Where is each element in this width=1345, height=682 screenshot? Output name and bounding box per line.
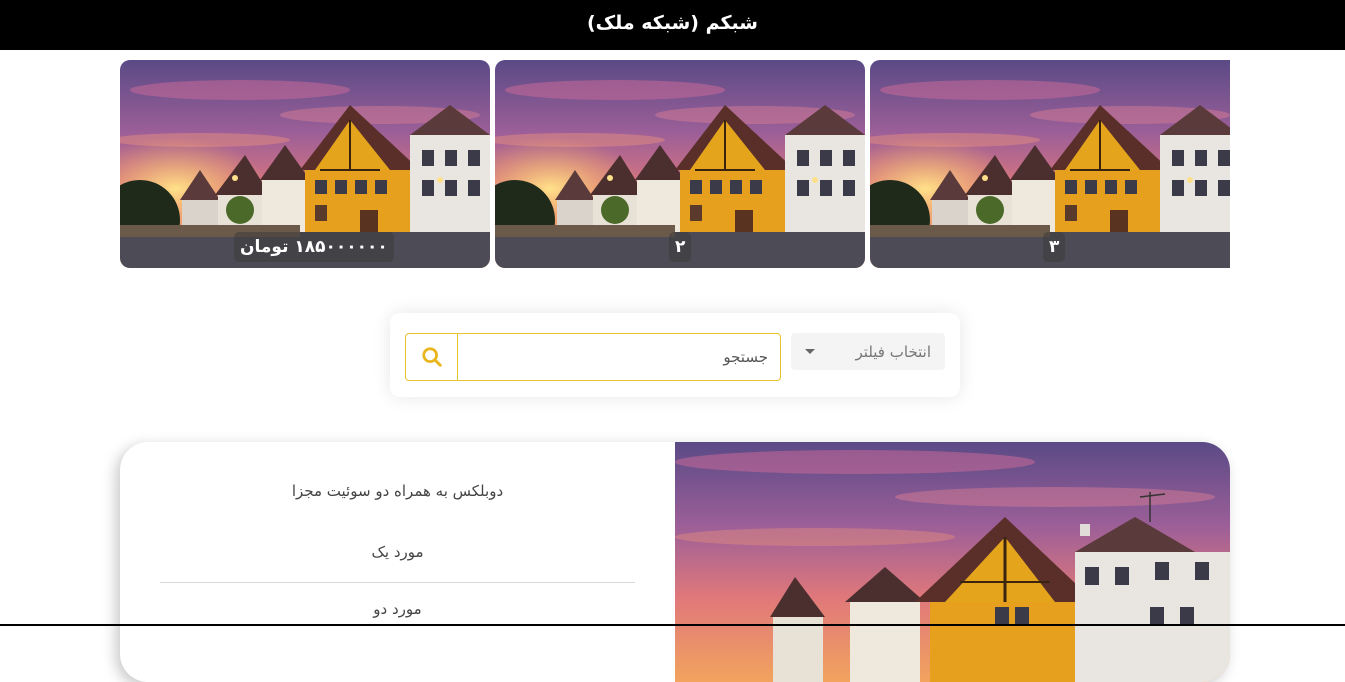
divider bbox=[160, 582, 635, 583]
listing-card[interactable]: دوبلکس به همراه دو سوئیت مجزا مورد یک مو… bbox=[120, 442, 1230, 682]
listing-card-info: دوبلکس به همراه دو سوئیت مجزا مورد یک مو… bbox=[120, 442, 675, 682]
search-panel: انتخاب فیلتر bbox=[390, 313, 960, 397]
listing-feature: مورد یک bbox=[371, 543, 424, 561]
listing-title: دوبلکس به همراه دو سوئیت مجزا bbox=[291, 482, 504, 500]
site-header: شبکم (شبکه ملک) bbox=[0, 0, 1345, 50]
search-button[interactable] bbox=[406, 334, 458, 380]
search-input[interactable] bbox=[458, 334, 780, 380]
carousel-slide-1[interactable]: ۱۸۵۰۰۰۰۰۰ تومان bbox=[120, 60, 490, 268]
listing-card-image bbox=[675, 442, 1230, 682]
search-box bbox=[405, 333, 781, 381]
listing-carousel[interactable]: ۱۸۵۰۰۰۰۰۰ تومان ۲ ۳ bbox=[120, 60, 1230, 268]
site-title: شبکم (شبکه ملک) bbox=[587, 12, 758, 34]
carousel-slide-3[interactable]: ۳ bbox=[870, 60, 1230, 268]
listing-photo bbox=[675, 442, 1230, 682]
listing-feature: مورد دو bbox=[373, 600, 422, 618]
filter-select[interactable]: انتخاب فیلتر bbox=[791, 333, 945, 370]
price-badge: ۱۸۵۰۰۰۰۰۰ تومان bbox=[234, 232, 394, 262]
search-icon bbox=[421, 347, 442, 367]
carousel-slide-2[interactable]: ۲ bbox=[495, 60, 865, 268]
chevron-down-icon bbox=[805, 349, 815, 354]
filter-select-label: انتخاب فیلتر bbox=[855, 342, 931, 361]
slide-number-badge: ۲ bbox=[669, 232, 692, 262]
slide-number-badge: ۳ bbox=[1043, 232, 1066, 262]
